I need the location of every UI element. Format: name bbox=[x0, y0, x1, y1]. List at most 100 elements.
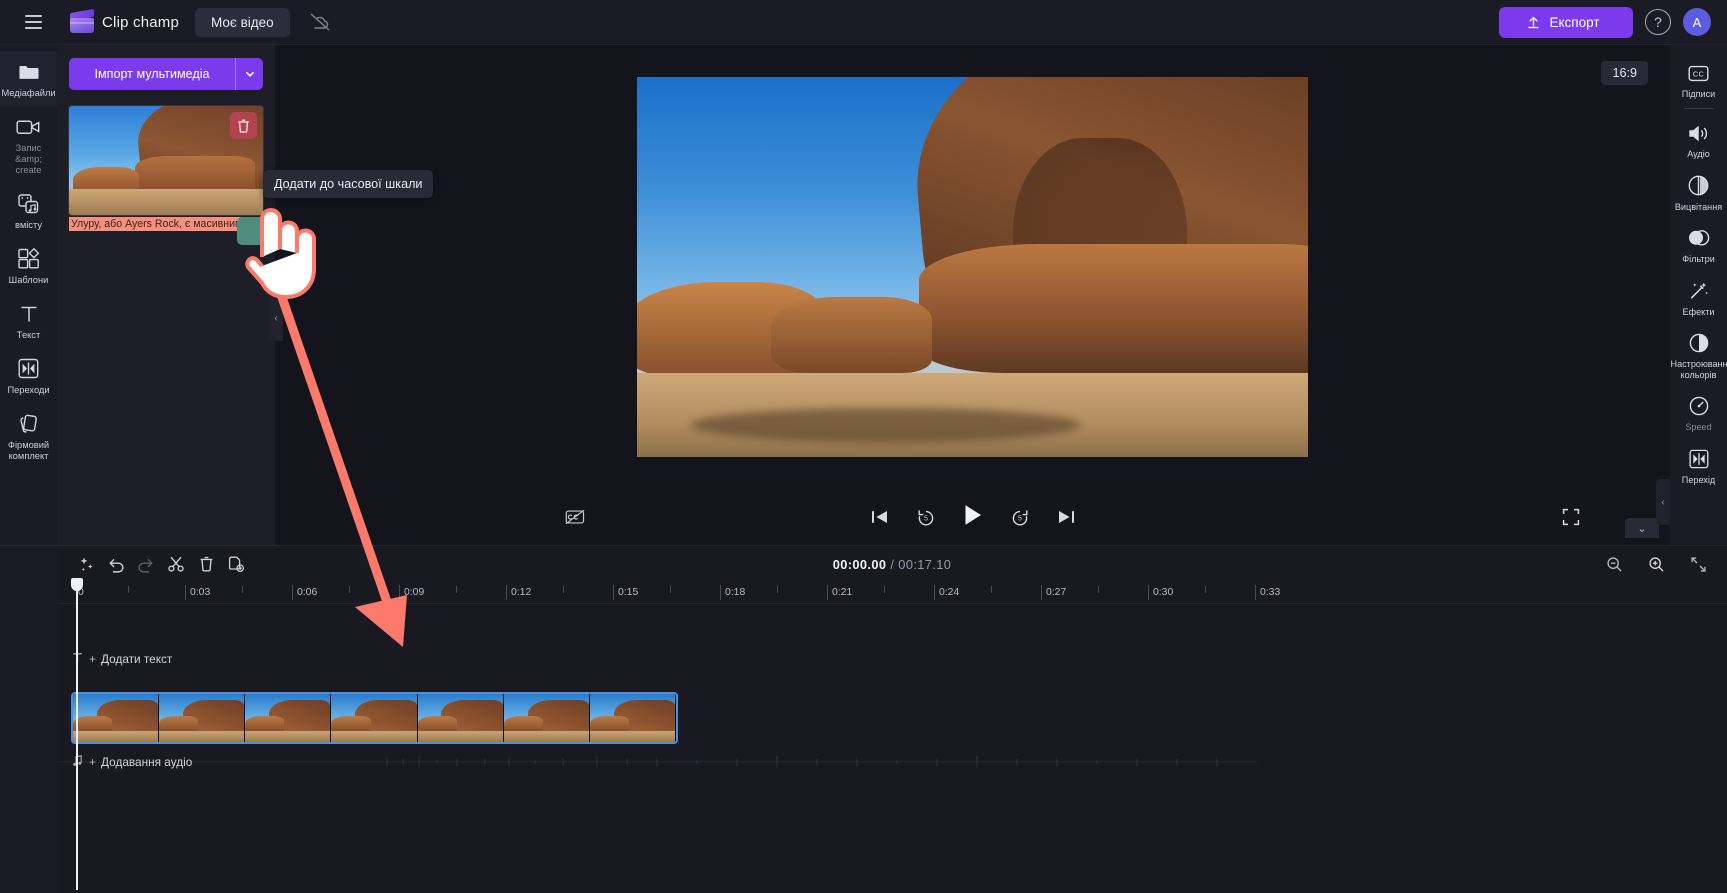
export-label: Експорт bbox=[1549, 14, 1600, 30]
speedometer-icon bbox=[1686, 394, 1712, 418]
editor-body: Медіафайли Запис &amp; create вмісту Шаб… bbox=[0, 45, 1727, 545]
playhead[interactable] bbox=[71, 578, 83, 890]
captions-off-icon[interactable] bbox=[565, 509, 585, 525]
avatar[interactable]: A bbox=[1683, 8, 1711, 36]
sidebar-item-templates[interactable]: Шаблони bbox=[0, 238, 57, 293]
aspect-ratio-button[interactable]: 16:9 bbox=[1601, 61, 1648, 85]
cloud-off-icon[interactable] bbox=[308, 10, 332, 34]
closed-captions-icon: CC bbox=[1686, 61, 1712, 85]
sidebar-item-media[interactable]: Медіафайли bbox=[0, 51, 57, 106]
brand-logo[interactable]: Clip champ bbox=[70, 8, 179, 33]
media-panel: Імпорт мультимедіа Улуру, або Ayers Rock… bbox=[57, 45, 434, 545]
right-item-transition[interactable]: Перехід bbox=[1670, 439, 1727, 491]
ruler-tick: 0:33 bbox=[1255, 585, 1280, 600]
clipchamp-logo-icon bbox=[70, 8, 94, 33]
fit-timeline-icon[interactable] bbox=[1683, 551, 1713, 577]
zoom-in-icon[interactable] bbox=[1641, 551, 1671, 577]
expand-timeline-button[interactable]: ⌄ bbox=[1625, 518, 1659, 538]
sidebar-item-text[interactable]: Текст bbox=[0, 293, 57, 348]
right-item-label: Фільтри bbox=[1682, 254, 1715, 265]
rewind-5-icon[interactable]: 5 bbox=[916, 508, 936, 527]
right-item-label: Перехід bbox=[1681, 474, 1716, 485]
filters-icon bbox=[1686, 226, 1712, 250]
right-item-filters[interactable]: Фільтри bbox=[1670, 218, 1727, 270]
sidebar-item-brand-kit[interactable]: Фірмовий комплект bbox=[0, 403, 57, 469]
preview-stage: 16:9 5 5 bbox=[275, 45, 1670, 545]
svg-text:CC: CC bbox=[1693, 69, 1705, 78]
right-item-label: Настроювання кольорів bbox=[1670, 359, 1727, 380]
collapse-right-panel-button[interactable]: ‹ bbox=[1656, 479, 1670, 525]
transition-icon bbox=[1686, 447, 1712, 471]
add-to-timeline-button[interactable]: plus-icon bbox=[237, 217, 265, 245]
redo-icon[interactable] bbox=[131, 551, 161, 577]
right-item-effects[interactable]: Ефекти bbox=[1670, 271, 1727, 323]
media-thumbnail-card[interactable]: Улуру, або Ayers Rock, є масивним s. plu… bbox=[69, 106, 265, 245]
preview-area: 16:9 bbox=[275, 45, 1670, 489]
import-media-button[interactable]: Імпорт мультимедіа bbox=[69, 58, 235, 90]
right-item-label: Вицвітання bbox=[1674, 201, 1723, 212]
hamburger-icon[interactable] bbox=[16, 5, 50, 39]
forward-5-icon[interactable]: 5 bbox=[1010, 508, 1030, 527]
duplicate-icon[interactable] bbox=[221, 551, 251, 577]
collapse-media-panel-button[interactable]: ‹ bbox=[269, 295, 283, 341]
text-icon bbox=[16, 302, 42, 326]
ruler-tick: 0:15 bbox=[613, 585, 638, 600]
timeline-main: 00:00.00 / 00:17.10 ⌄ 0 0:03 0:06 0:09 0… bbox=[57, 518, 1727, 893]
left-sidebar: Медіафайли Запис &amp; create вмісту Шаб… bbox=[0, 45, 57, 545]
top-bar: Clip champ Моє відео Експорт ? A bbox=[0, 0, 1727, 45]
media-thumbnail-image[interactable] bbox=[69, 106, 263, 215]
plus-icon: + bbox=[89, 652, 97, 666]
add-text-label[interactable]: Додати текст bbox=[101, 652, 172, 666]
right-item-captions[interactable]: CC Підписи bbox=[1670, 53, 1727, 105]
help-icon[interactable]: ? bbox=[1645, 9, 1671, 35]
clip-frame bbox=[73, 694, 160, 742]
right-item-label: Аудіо bbox=[1687, 149, 1710, 160]
delete-media-button[interactable] bbox=[230, 112, 257, 139]
stock-content-icon bbox=[16, 192, 42, 216]
video-preview[interactable] bbox=[637, 77, 1308, 457]
clip-frame bbox=[245, 694, 332, 742]
timeline-ruler[interactable]: 0 0:03 0:06 0:09 0:12 0:15 0:18 0:21 0:2… bbox=[57, 578, 1727, 890]
zoom-out-icon[interactable] bbox=[1599, 551, 1629, 577]
right-item-label: Speed bbox=[1685, 422, 1712, 433]
audio-waveform bbox=[57, 756, 1257, 768]
scissors-icon[interactable] bbox=[161, 551, 191, 577]
fullscreen-icon[interactable] bbox=[1562, 508, 1580, 526]
clip-frame bbox=[589, 694, 676, 742]
right-item-color-adjust[interactable]: Настроювання кольорів bbox=[1670, 323, 1727, 386]
right-sidebar: CC Підписи Аудіо Вицвітання Фільтри Ефек… bbox=[1670, 45, 1727, 545]
video-clip[interactable] bbox=[71, 692, 678, 744]
transport-controls: 5 5 bbox=[275, 489, 1670, 545]
project-name-button[interactable]: Моє відео bbox=[195, 7, 290, 37]
right-item-label: Ефекти bbox=[1682, 306, 1715, 317]
sidebar-item-transitions[interactable]: Переходи bbox=[0, 348, 57, 403]
text-track[interactable]: + Додати текст bbox=[57, 648, 1727, 670]
ruler-tick: 0:12 bbox=[506, 585, 531, 600]
export-button[interactable]: Експорт bbox=[1499, 6, 1633, 38]
clip-frame bbox=[159, 694, 246, 742]
right-item-fade[interactable]: Вицвітання bbox=[1670, 166, 1727, 218]
sidebar-item-label: Шаблони bbox=[8, 274, 49, 285]
svg-text:5: 5 bbox=[924, 515, 928, 522]
undo-icon[interactable] bbox=[101, 551, 131, 577]
svg-text:5: 5 bbox=[1018, 515, 1022, 522]
sidebar-item-label: Фірмовий комплект bbox=[7, 439, 50, 461]
timeline-tracks: + Додати текст + Додавання аудіо bbox=[57, 604, 1727, 769]
timeline-toolbar: 00:00.00 / 00:17.10 ⌄ bbox=[57, 518, 1727, 582]
skip-to-start-icon[interactable] bbox=[870, 508, 890, 526]
skip-to-end-icon[interactable] bbox=[1056, 508, 1076, 526]
right-item-speed[interactable]: Speed bbox=[1670, 386, 1727, 438]
trash-icon[interactable] bbox=[191, 551, 221, 577]
play-button[interactable] bbox=[962, 503, 984, 532]
chevron-down-icon[interactable] bbox=[235, 58, 263, 90]
import-media-row: Імпорт мультимедіа bbox=[69, 58, 263, 90]
upload-icon bbox=[1528, 16, 1539, 28]
sidebar-item-record-create[interactable]: Запис &amp; create bbox=[0, 106, 57, 183]
sidebar-item-label: вмісту bbox=[15, 219, 42, 230]
magic-sparkle-icon[interactable] bbox=[71, 551, 101, 577]
color-adjust-icon bbox=[1686, 331, 1712, 355]
clip-frame bbox=[503, 694, 590, 742]
camera-icon bbox=[16, 115, 42, 139]
right-item-audio[interactable]: Аудіо bbox=[1670, 113, 1727, 165]
sidebar-item-content[interactable]: вмісту bbox=[0, 183, 57, 238]
